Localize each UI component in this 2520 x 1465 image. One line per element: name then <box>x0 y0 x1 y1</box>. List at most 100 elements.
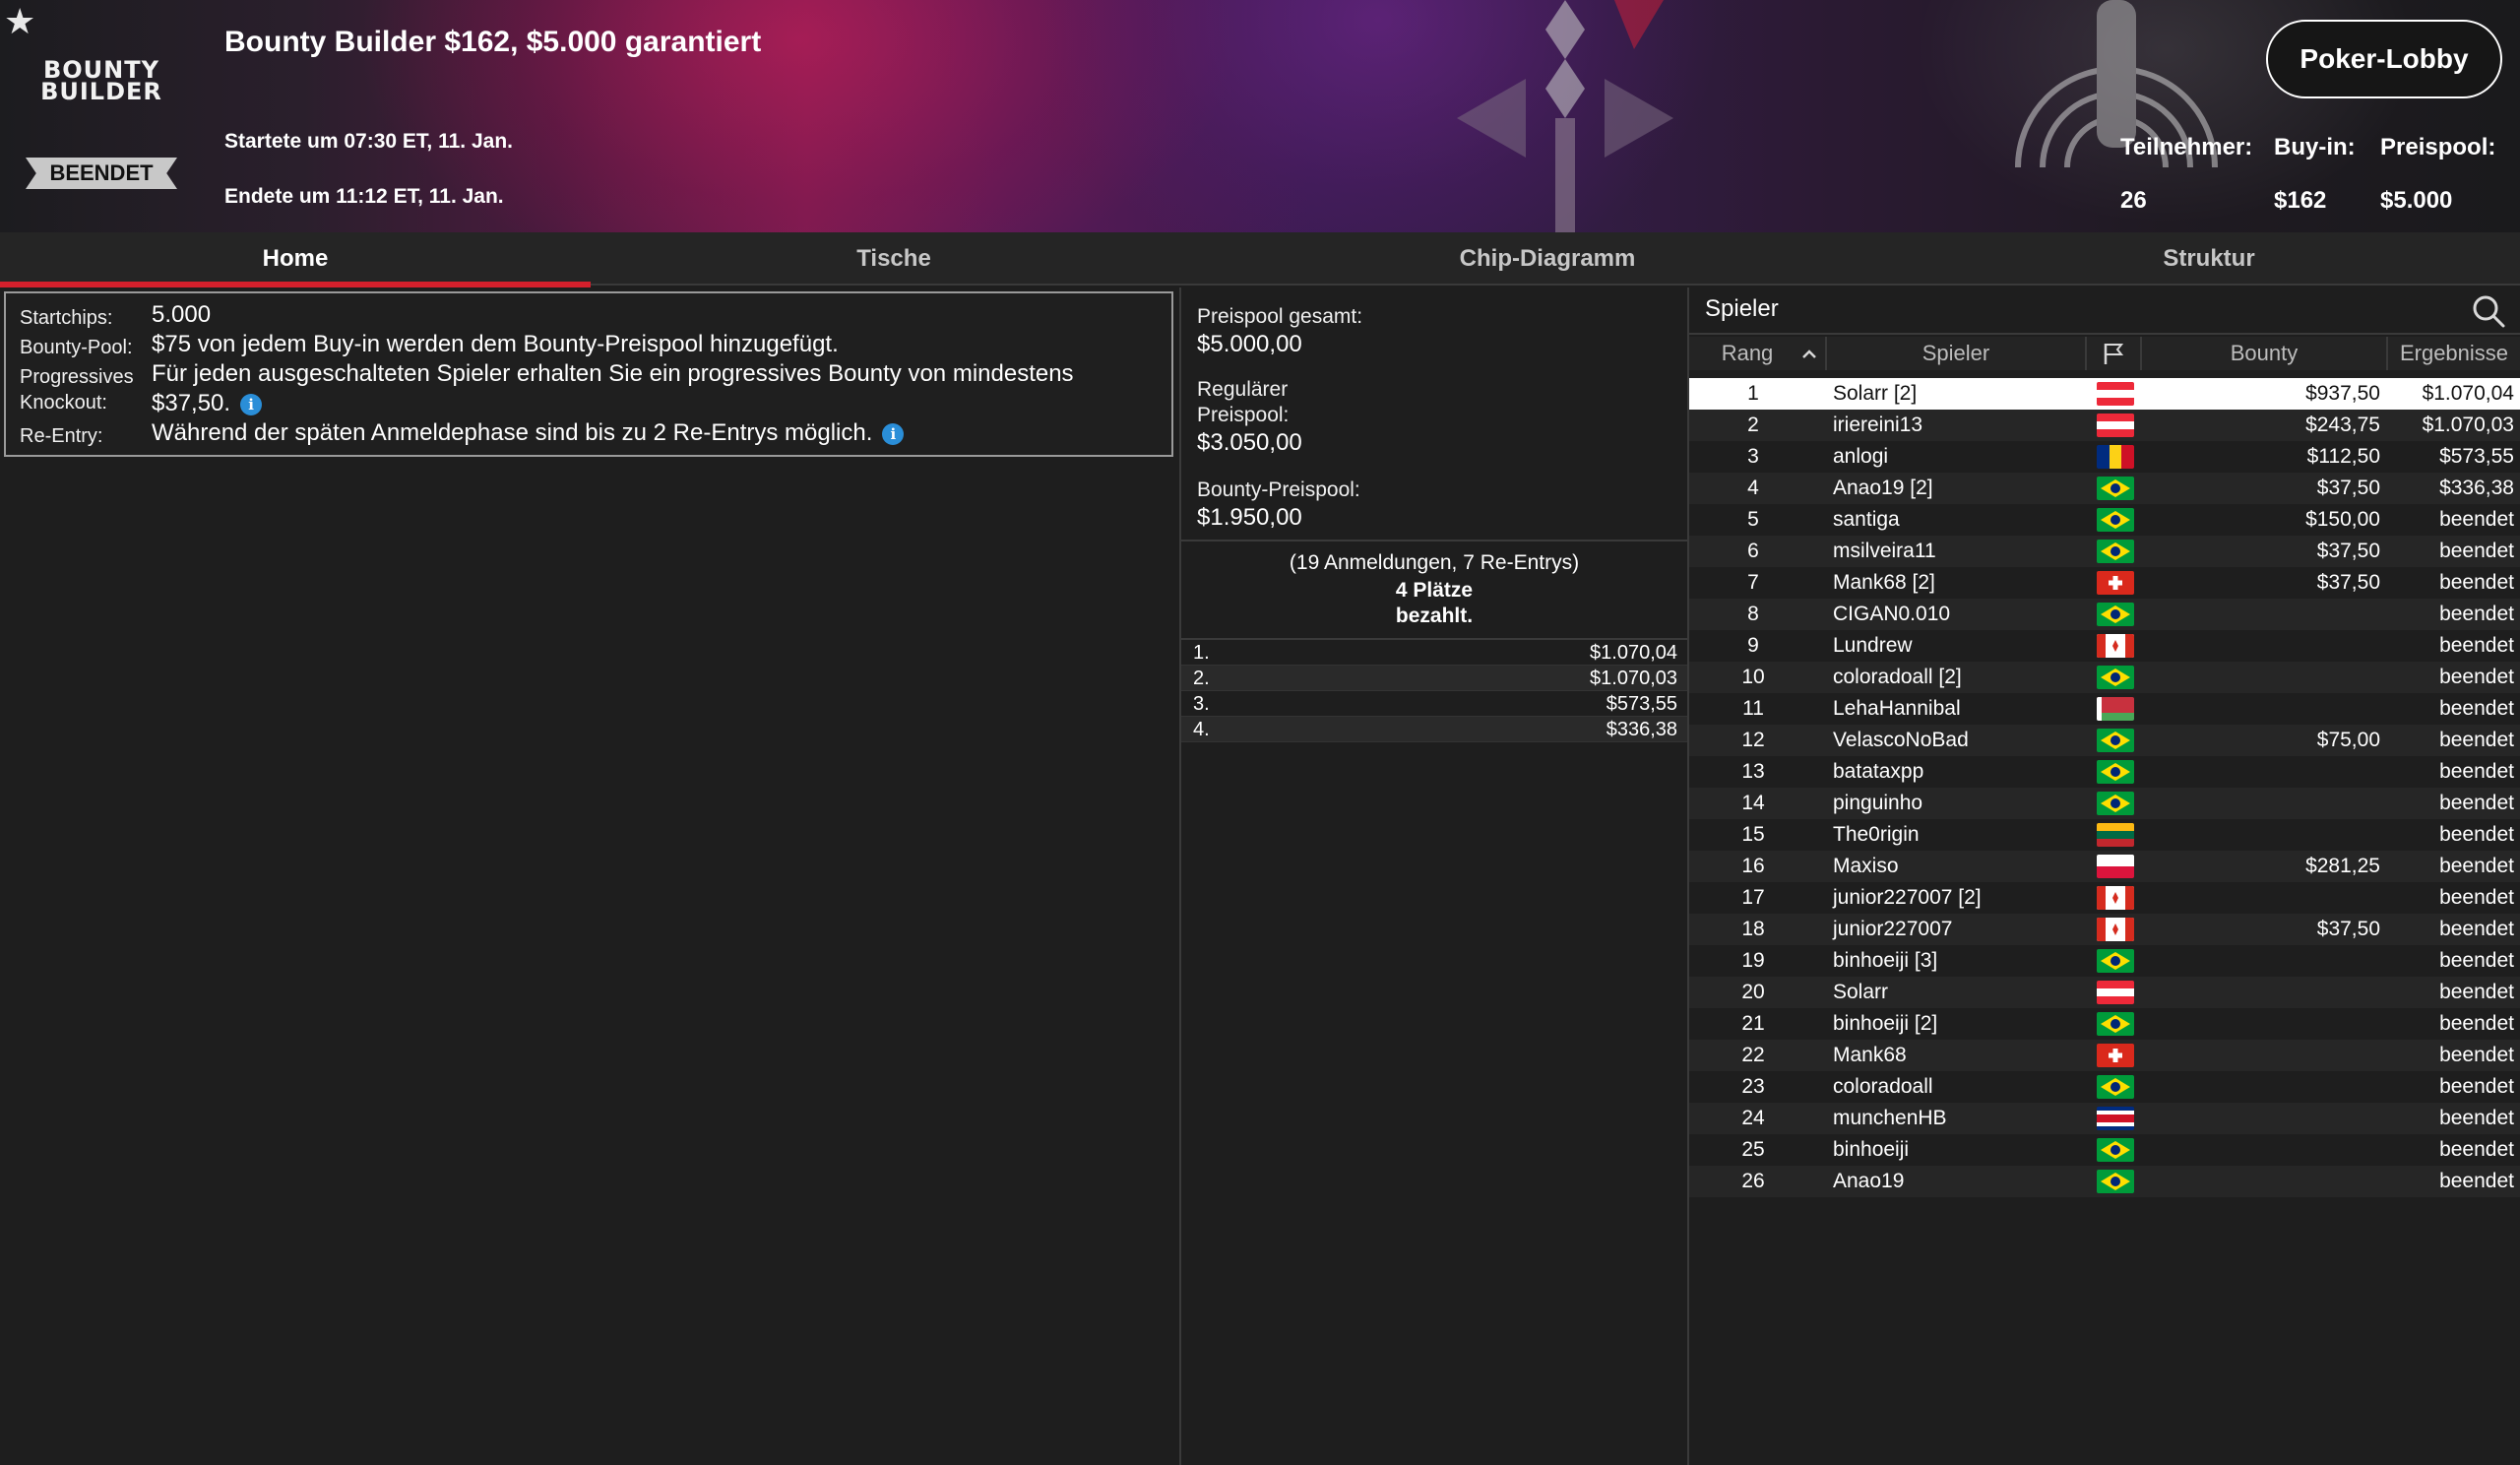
table-row[interactable]: 6 msilveira11 $37,50 beendet <box>1689 536 2520 567</box>
country-flag-icon <box>2097 886 2134 910</box>
table-row[interactable]: 26 Anao19 beendet <box>1689 1166 2520 1197</box>
sort-ascending-icon[interactable] <box>1799 345 1819 364</box>
column-header-bounty[interactable]: Bounty <box>2142 337 2388 370</box>
player-name: junior227007 <box>1833 918 1953 940</box>
table-row[interactable]: 24 munchenHB beendet <box>1689 1103 2520 1134</box>
table-row[interactable]: 15 The0rigin beendet <box>1689 819 2520 851</box>
tournament-header: ★ BOUNTY BUILDER BEENDET Bounty Builder … <box>0 0 2520 232</box>
reentry-text: Während der späten Anmeldephase sind bis… <box>152 419 873 446</box>
search-icon[interactable] <box>2471 293 2506 329</box>
startchips-label: Startchips: <box>20 307 113 329</box>
table-row[interactable]: 10 coloradoall [2] beendet <box>1689 662 2520 693</box>
payout-row: 3. $573,55 <box>1181 691 1687 717</box>
player-result: beendet <box>2439 1044 2514 1066</box>
player-result: beendet <box>2439 1107 2514 1129</box>
reentry-value: Während der späten Anmeldephase sind bis… <box>152 419 905 447</box>
poker-lobby-button[interactable]: Poker-Lobby <box>2266 20 2502 98</box>
table-row[interactable]: 1 Solarr [2] $937,50 $1.070,04 <box>1689 378 2520 410</box>
table-row[interactable]: 17 junior227007 [2] beendet <box>1689 882 2520 914</box>
player-name: pinguinho <box>1833 792 1923 814</box>
column-header-results[interactable]: Ergebnisse <box>2388 337 2520 370</box>
column-header-flag[interactable] <box>2087 337 2142 370</box>
players-header: Spieler <box>1689 287 2520 335</box>
player-rank: 15 <box>1741 823 1765 846</box>
player-rank: 19 <box>1741 949 1765 972</box>
tab-tables[interactable]: Tische <box>591 232 1197 286</box>
player-name: msilveira11 <box>1833 540 1936 562</box>
player-name: coloradoall <box>1833 1075 1933 1098</box>
table-row[interactable]: 23 coloradoall beendet <box>1689 1071 2520 1103</box>
payout-place: 4. <box>1193 719 1210 740</box>
table-row[interactable]: 21 binhoeiji [2] beendet <box>1689 1008 2520 1040</box>
table-row[interactable]: 16 Maxiso $281,25 beendet <box>1689 851 2520 882</box>
total-prizepool-value: $5.000,00 <box>1197 331 1302 357</box>
table-row[interactable]: 8 CIGAN0.010 beendet <box>1689 599 2520 630</box>
table-row[interactable]: 14 pinguinho beendet <box>1689 788 2520 819</box>
player-rank: 1 <box>1747 382 1759 405</box>
table-row[interactable]: 19 binhoeiji [3] beendet <box>1689 945 2520 977</box>
table-row[interactable]: 20 Solarr beendet <box>1689 977 2520 1008</box>
tab-bar: Home Tische Chip-Diagramm Struktur <box>0 232 2520 287</box>
table-row[interactable]: 12 VelascoNoBad $75,00 beendet <box>1689 725 2520 756</box>
table-row[interactable]: 13 batataxpp beendet <box>1689 756 2520 788</box>
player-name: munchenHB <box>1833 1107 1947 1129</box>
player-name: Solarr <box>1833 981 1889 1003</box>
tournament-info-box: Startchips: 5.000 Bounty-Pool: $75 von j… <box>4 291 1173 457</box>
table-row[interactable]: 5 santiga $150,00 beendet <box>1689 504 2520 536</box>
country-flag-icon <box>2097 508 2134 532</box>
bountypool-label: Bounty-Pool: <box>20 337 133 358</box>
player-result: beendet <box>2439 1138 2514 1161</box>
table-row[interactable]: 18 junior227007 $37,50 beendet <box>1689 914 2520 945</box>
pko-value-line1: Für jeden ausgeschalteten Spieler erhalt… <box>152 360 1074 387</box>
column-header-rank-label: Rang <box>1721 341 1774 365</box>
player-result: beendet <box>2439 634 2514 657</box>
table-row[interactable]: 3 anlogi $112,50 $573,55 <box>1689 441 2520 473</box>
player-result: $336,38 <box>2439 477 2514 499</box>
startchips-value: 5.000 <box>152 301 212 328</box>
table-row[interactable]: 4 Anao19 [2] $37,50 $336,38 <box>1689 473 2520 504</box>
table-row[interactable]: 11 LehaHannibal beendet <box>1689 693 2520 725</box>
player-rank: 11 <box>1742 697 1764 720</box>
payout-amount: $573,55 <box>1606 693 1677 715</box>
favorite-star-icon[interactable]: ★ <box>4 2 35 41</box>
payout-place: 1. <box>1193 642 1210 664</box>
country-flag-icon <box>2097 414 2134 437</box>
country-flag-icon <box>2097 477 2134 500</box>
player-rank: 8 <box>1747 603 1759 625</box>
column-header-player[interactable]: Spieler <box>1827 337 2087 370</box>
player-rank: 23 <box>1741 1075 1765 1098</box>
country-flag-icon <box>2097 540 2134 563</box>
table-row[interactable]: 25 binhoeiji beendet <box>1689 1134 2520 1166</box>
country-flag-icon <box>2097 382 2134 406</box>
player-result: beendet <box>2439 729 2514 751</box>
payout-row: 2. $1.070,03 <box>1181 666 1687 691</box>
player-result: beendet <box>2439 855 2514 877</box>
player-rank: 9 <box>1747 634 1759 657</box>
player-result: beendet <box>2439 508 2514 531</box>
tab-chip-chart[interactable]: Chip-Diagramm <box>1197 232 1898 286</box>
status-badge: BEENDET <box>26 158 177 189</box>
country-flag-icon <box>2097 634 2134 658</box>
player-rank: 14 <box>1741 792 1765 814</box>
bountypool-value: $75 von jedem Buy-in werden dem Bounty-P… <box>152 331 839 357</box>
info-icon[interactable]: i <box>240 393 263 415</box>
table-row[interactable]: 7 Mank68 [2] $37,50 beendet <box>1689 567 2520 599</box>
player-rank: 18 <box>1741 918 1765 940</box>
stat-label-prizepool: Preispool: <box>2380 134 2496 160</box>
tab-structure[interactable]: Struktur <box>1898 232 2520 286</box>
player-result: beendet <box>2439 886 2514 909</box>
table-row[interactable]: 2 iriereini13 $243,75 $1.070,03 <box>1689 410 2520 441</box>
table-row[interactable]: 22 Mank68 beendet <box>1689 1040 2520 1071</box>
tab-home[interactable]: Home <box>0 232 591 287</box>
country-flag-icon <box>2097 823 2134 847</box>
pko-label-line1: Progressives <box>20 366 134 388</box>
country-flag-icon <box>2097 1138 2134 1162</box>
player-rank: 12 <box>1741 729 1765 751</box>
player-name: Mank68 <box>1833 1044 1907 1066</box>
player-name: LehaHannibal <box>1833 697 1961 720</box>
country-flag-icon <box>2097 666 2134 689</box>
info-icon[interactable]: i <box>882 422 905 445</box>
country-flag-icon <box>2097 1012 2134 1036</box>
player-name: Anao19 <box>1833 1170 1905 1192</box>
table-row[interactable]: 9 Lundrew beendet <box>1689 630 2520 662</box>
